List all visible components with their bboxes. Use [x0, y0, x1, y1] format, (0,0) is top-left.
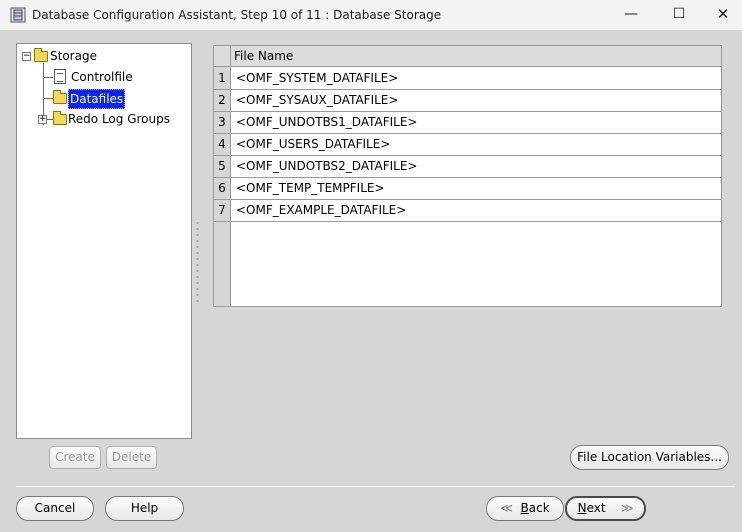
splitter-handle[interactable] — [196, 220, 199, 302]
separator — [16, 486, 735, 487]
minimize-icon: — — [624, 6, 638, 22]
file-name-cell[interactable]: <OMF_USERS_DATAFILE> — [236, 134, 390, 155]
table-row[interactable]: 6 <OMF_TEMP_TEMPFILE> — [214, 178, 721, 200]
table-corner — [214, 46, 231, 67]
tree-label-redo-log-groups: Redo Log Groups — [68, 112, 170, 126]
row-number: 2 — [214, 90, 231, 111]
folder-icon — [34, 48, 48, 62]
row-number: 6 — [214, 178, 231, 199]
file-name-cell[interactable]: <OMF_SYSTEM_DATAFILE> — [236, 68, 398, 89]
table-row[interactable]: 7 <OMF_EXAMPLE_DATAFILE> — [214, 200, 721, 222]
file-name-cell[interactable]: <OMF_SYSAUX_DATAFILE> — [236, 90, 398, 111]
next-mnemonic: N — [577, 501, 587, 515]
cancel-button[interactable]: Cancel — [16, 496, 94, 521]
row-number: 5 — [214, 156, 231, 177]
file-name-cell[interactable]: <OMF_EXAMPLE_DATAFILE> — [236, 200, 406, 221]
table-row[interactable]: 4 <OMF_USERS_DATAFILE> — [214, 134, 721, 156]
folder-icon — [53, 90, 67, 104]
back-button[interactable]: ≪ Back — [486, 496, 564, 521]
file-name-cell[interactable]: <OMF_TEMP_TEMPFILE> — [236, 178, 385, 199]
database-app-icon — [10, 7, 26, 23]
back-label: ack — [528, 501, 550, 515]
close-icon: ✕ — [716, 5, 730, 23]
title-bar: Database Configuration Assistant, Step 1… — [0, 0, 742, 30]
tree-connector — [43, 77, 53, 78]
column-header-file-name[interactable]: File Name — [234, 49, 293, 63]
help-button[interactable]: Help — [105, 496, 184, 521]
file-location-variables-button[interactable]: File Location Variables... — [570, 445, 729, 470]
table-header: File Name — [214, 46, 721, 67]
close-button[interactable]: ✕ — [700, 0, 742, 30]
table-row[interactable]: 3 <OMF_UNDOTBS1_DATAFILE> — [214, 112, 721, 134]
tree-connector — [43, 98, 53, 99]
datafiles-table: File Name 1 <OMF_SYSTEM_DATAFILE> 2 <OMF… — [213, 45, 722, 307]
window-title: Database Configuration Assistant, Step 1… — [32, 8, 442, 22]
folder-icon — [53, 111, 67, 125]
row-number: 3 — [214, 112, 231, 133]
next-button[interactable]: Next ≫ — [565, 496, 646, 521]
row-number: 1 — [214, 68, 231, 89]
row-number: 7 — [214, 200, 231, 221]
row-number: 4 — [214, 134, 231, 155]
tree-label-storage: Storage — [50, 49, 97, 63]
file-name-cell[interactable]: <OMF_UNDOTBS1_DATAFILE> — [236, 112, 417, 133]
table-row[interactable]: 1 <OMF_SYSTEM_DATAFILE> — [214, 68, 721, 90]
maximize-button[interactable]: ☐ — [656, 0, 702, 30]
create-button[interactable]: Create — [49, 446, 101, 469]
document-icon — [54, 69, 66, 84]
delete-button[interactable]: Delete — [106, 446, 157, 469]
back-mnemonic: B — [520, 501, 529, 515]
table-row[interactable]: 5 <OMF_UNDOTBS2_DATAFILE> — [214, 156, 721, 178]
storage-tree[interactable]: − Storage Controlfile Datafiles + Redo L… — [16, 43, 192, 439]
client-area: − Storage Controlfile Datafiles + Redo L… — [0, 30, 742, 532]
back-chevron-icon: ≪ — [500, 501, 513, 515]
tree-label-controlfile: Controlfile — [71, 70, 133, 84]
tree-label-datafiles: Datafiles — [68, 89, 126, 109]
minimize-button[interactable]: — — [608, 0, 654, 30]
next-label: ext — [586, 501, 606, 515]
table-row[interactable]: 2 <OMF_SYSAUX_DATAFILE> — [214, 90, 721, 112]
maximize-icon: ☐ — [672, 6, 686, 22]
collapse-toggle-icon[interactable]: − — [22, 52, 31, 61]
file-name-cell[interactable]: <OMF_UNDOTBS2_DATAFILE> — [236, 156, 417, 177]
expand-toggle-icon[interactable]: + — [38, 115, 47, 124]
next-chevron-icon: ≫ — [620, 501, 634, 515]
